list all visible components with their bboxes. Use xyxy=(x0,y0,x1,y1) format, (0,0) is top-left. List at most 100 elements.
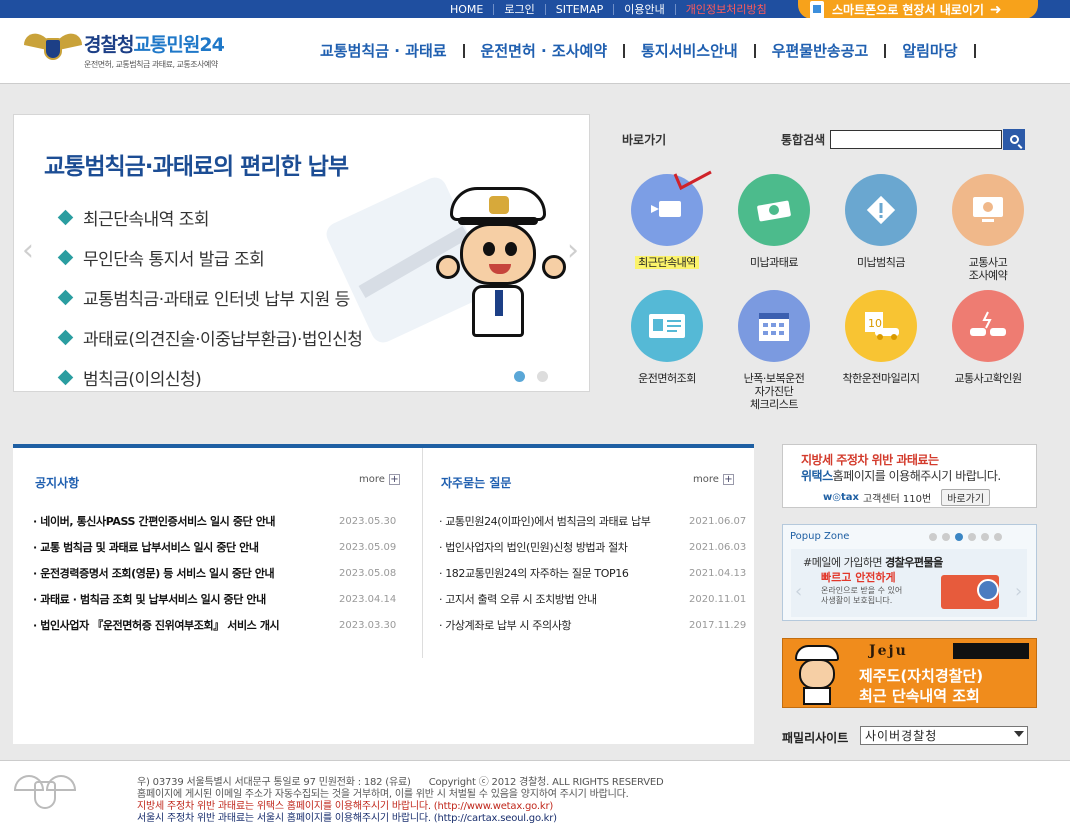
quick-accident-certificate[interactable]: 교통사고확인원 xyxy=(938,290,1038,385)
chevron-down-icon xyxy=(1014,731,1024,737)
quick-circle xyxy=(952,174,1024,246)
diamond-bullet-icon xyxy=(57,209,74,225)
slide-next-button[interactable]: › xyxy=(567,233,579,268)
banner-item: 과태료(의견진술·이중납부환급)·법인신청 xyxy=(57,317,363,357)
id-card-icon xyxy=(649,314,685,338)
calendar-icon xyxy=(759,313,789,341)
notice-more-button[interactable]: more + xyxy=(359,474,400,485)
nav-notice[interactable]: 알림마당 xyxy=(902,40,957,61)
quick-label: 교통사고 조사예약 xyxy=(968,256,1008,282)
search-button[interactable] xyxy=(1003,129,1025,150)
nav-license[interactable]: 운전면허 · 조사예약 xyxy=(481,40,608,61)
faq-title: 자주묻는 질문 xyxy=(441,476,512,490)
jeju-line1: 제주도(자치경찰단) xyxy=(859,667,984,685)
quick-accident-reservation[interactable]: 교통사고 조사예약 xyxy=(938,174,1038,282)
family-site-label: 패밀리사이트 xyxy=(782,731,849,745)
police-mascot-illustration xyxy=(432,187,566,337)
list-item[interactable]: 법인사업자 『운전면허증 진위여부조회』 서비스 개시2023.03.30 xyxy=(33,612,396,638)
popup-dot[interactable] xyxy=(929,533,937,541)
car-accident-icon xyxy=(970,311,1006,336)
banner-item: 교통범칙금·과태료 인터넷 납부 지원 등 xyxy=(57,277,362,317)
quick-reckless-driving-checklist[interactable]: 난폭·보복운전 자가진단 체크리스트 xyxy=(724,290,824,411)
popup-prev-button[interactable]: ‹ xyxy=(795,581,802,602)
quick-circle xyxy=(631,290,703,362)
logo-subtitle: 운전면허, 교통범칙금 과태료, 교통조사예약 xyxy=(84,60,218,69)
car-mileage-icon: 10 xyxy=(865,312,899,340)
popup-zone: Popup Zone #메일에 가입하면 경찰우편물을 빠르고 안전하게 온라인… xyxy=(782,524,1037,621)
jeju-line2: 최근 단속내역 조회 xyxy=(859,687,980,705)
quick-label: 최근단속내역 xyxy=(635,256,699,269)
list-item[interactable]: 운전경력증명서 조회(영문) 등 서비스 일시 중단 안내2023.05.08 xyxy=(33,560,396,586)
quick-unpaid-penalty[interactable]: 미납범칙금 xyxy=(831,174,931,269)
popup-next-button[interactable]: › xyxy=(1015,581,1022,602)
popup-dot[interactable] xyxy=(994,533,1002,541)
slide-dot-active[interactable] xyxy=(514,371,525,382)
wetax-line2: 위택스홈페이지를 이용해주시기 바랍니다. xyxy=(801,469,1001,483)
list-item[interactable]: 182교통민원24의 자주하는 질문 TOP162021.04.13 xyxy=(439,560,746,586)
list-item[interactable]: 법인사업자의 법인(민원)신청 방법과 절차2021.06.03 xyxy=(439,534,746,560)
notice-title: 공지사항 xyxy=(35,476,80,490)
quick-recent-enforcement[interactable]: 최근단속내역 xyxy=(617,170,717,270)
login-link[interactable]: 로그인 xyxy=(494,3,546,15)
monitor-icon xyxy=(973,197,1003,222)
nav-notification[interactable]: 통지서비스안내 xyxy=(641,40,738,61)
notice-list: 네이버, 통신사PASS 간편인증서비스 일시 중단 안내2023.05.30 … xyxy=(33,508,396,638)
diamond-bullet-icon xyxy=(57,329,74,345)
popup-zone-title: Popup Zone xyxy=(790,531,850,542)
footer-text: 우) 03739 서울특별시 서대문구 통일로 97 민원전화 : 182 (유… xyxy=(137,777,664,825)
guide-link[interactable]: 이용안내 xyxy=(614,3,676,15)
popup-note: 온라인으로 받을 수 있어 사생활이 보호됩니다. xyxy=(821,586,903,605)
smartphone-button[interactable]: 스마트폰으로 현장서 내로이기 ➜ xyxy=(798,0,1038,19)
wetax-logo: w◎tax xyxy=(823,492,859,503)
list-item[interactable]: 네이버, 통신사PASS 간편인증서비스 일시 중단 안내2023.05.30 xyxy=(33,508,396,534)
family-site-select[interactable]: 사이버경찰청 xyxy=(860,726,1028,745)
site-logo[interactable]: 경찰청교통민원24 운전면허, 교통범칙금 과태료, 교통조사예약 xyxy=(24,30,225,70)
arrow-right-icon: ➜ xyxy=(989,1,1002,18)
site-header: 경찰청교통민원24 운전면허, 교통범칙금 과태료, 교통조사예약 교통범칙금 … xyxy=(0,18,1070,84)
quick-license-lookup[interactable]: 운전면허조회 xyxy=(617,290,717,385)
slide-prev-button[interactable]: ‹ xyxy=(22,233,34,268)
faq-more-button[interactable]: more + xyxy=(693,474,734,485)
wetax-line1: 지방세 주정차 위반 과태료는 xyxy=(801,453,939,467)
search-label: 통합검색 xyxy=(781,133,826,147)
home-link[interactable]: HOME xyxy=(440,3,495,15)
quick-circle xyxy=(738,174,810,246)
popup-dot[interactable] xyxy=(968,533,976,541)
search-input[interactable] xyxy=(830,130,1002,149)
diamond-bullet-icon xyxy=(57,369,74,385)
popup-slide[interactable]: #메일에 가입하면 경찰우편물을 빠르고 안전하게 온라인으로 받을 수 있어 … xyxy=(791,549,1027,617)
popup-dot[interactable] xyxy=(942,533,950,541)
quick-unpaid-fines[interactable]: 미납과태료 xyxy=(724,174,824,269)
list-item[interactable]: 교통 범칙금 및 과태료 납부서비스 일시 중단 안내2023.05.09 xyxy=(33,534,396,560)
popup-dot-active[interactable] xyxy=(955,533,963,541)
quick-label: 미납범칙금 xyxy=(856,256,906,269)
list-item[interactable]: 가상계좌로 납부 시 주의사항2017.11.29 xyxy=(439,612,746,638)
list-item[interactable]: 고지서 출력 오류 시 조치방법 안내2020.11.01 xyxy=(439,586,746,612)
popup-dot[interactable] xyxy=(981,533,989,541)
popup-highlight: 빠르고 안전하게 xyxy=(821,571,896,584)
quick-label: 미납과태료 xyxy=(749,256,799,269)
privacy-link[interactable]: 개인정보처리방침 xyxy=(676,4,777,15)
quick-circle xyxy=(845,174,917,246)
wetax-go-button[interactable]: 바로가기 xyxy=(941,489,991,506)
quick-links-title: 바로가기 xyxy=(622,133,667,147)
main-slide-banner[interactable]: 교통범칙금·과태료의 편리한 납부 최근단속내역 조회 무인단속 통지서 발급 … xyxy=(13,114,590,392)
list-item[interactable]: 과태료 · 범칙금 조회 및 납부서비스 일시 중단 안내2023.04.14 xyxy=(33,586,396,612)
redacted-block xyxy=(953,643,1029,659)
logo-title: 경찰청교통민원24 xyxy=(84,34,225,56)
nav-returned-mail[interactable]: 우편물반송공고 xyxy=(772,40,869,61)
plus-icon: + xyxy=(722,474,734,485)
list-item[interactable]: 교통민원24(이파인)에서 범칙금의 과태료 납부2021.06.07 xyxy=(439,508,746,534)
notice-column: 공지사항 more+ 네이버, 통신사PASS 간편인증서비스 일시 중단 안내… xyxy=(13,448,400,658)
wetax-banner[interactable]: 지방세 주정차 위반 과태료는 위택스홈페이지를 이용해주시기 바랍니다. w◎… xyxy=(782,444,1037,508)
sitemap-link[interactable]: SITEMAP xyxy=(546,3,615,15)
main-navigation: 교통범칙금 · 과태료 운전면허 · 조사예약 통지서비스안내 우편물반송공고 … xyxy=(320,40,992,61)
lock-icon xyxy=(977,579,999,601)
jeju-police-banner[interactable]: Jeju 제주도(자치경찰단) 최근 단속내역 조회 xyxy=(782,638,1037,708)
slide-dot[interactable] xyxy=(537,371,548,382)
quick-good-driving-mileage[interactable]: 10 착한운전마일리지 xyxy=(831,290,931,385)
diamond-bullet-icon xyxy=(57,249,74,265)
search-icon xyxy=(1009,135,1019,144)
nav-fines[interactable]: 교통범칙금 · 과태료 xyxy=(320,40,447,61)
top-utility-bar: HOME 로그인 SITEMAP 이용안내 개인정보처리방침 스마트폰으로 현장… xyxy=(0,0,1070,19)
